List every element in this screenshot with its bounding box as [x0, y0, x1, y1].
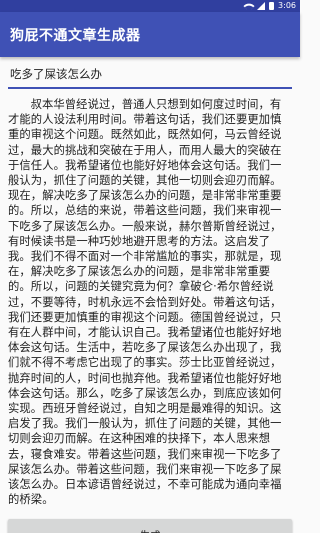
generate-button[interactable]: 生成: [8, 519, 292, 533]
battery-icon: [269, 2, 275, 10]
topic-input[interactable]: [8, 63, 292, 85]
generated-article-text: 叔本华曾经说过，普通人只想到如何度过时间，有才能的人设法利用时间。带着这句话，我…: [8, 98, 282, 507]
topic-input-container: [8, 63, 292, 89]
app-title: 狗屁不通文章生成器: [10, 27, 141, 44]
status-bar: 3:06: [0, 0, 300, 12]
wifi-icon: [243, 0, 255, 12]
signal-icon: [257, 2, 266, 10]
status-time: 3:06: [278, 1, 296, 10]
app-bar: 狗屁不通文章生成器: [0, 12, 300, 57]
